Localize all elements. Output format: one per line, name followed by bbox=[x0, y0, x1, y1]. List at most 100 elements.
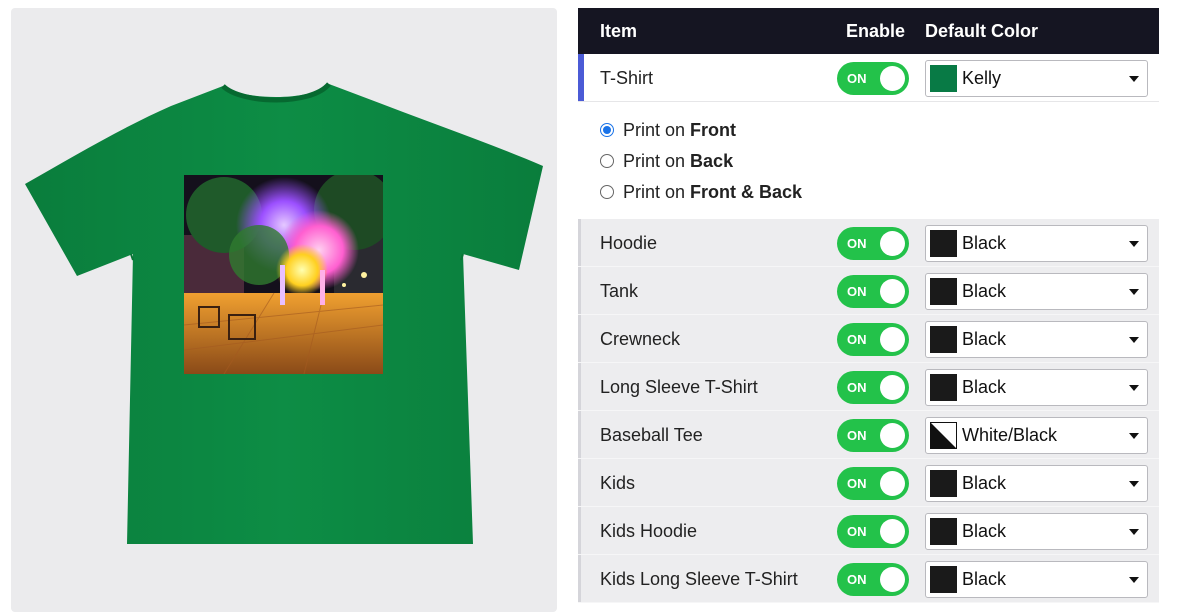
chevron-down-icon bbox=[1129, 289, 1139, 295]
toggle-label: ON bbox=[847, 476, 867, 491]
row-indicator bbox=[578, 555, 581, 602]
radio-button[interactable] bbox=[600, 154, 614, 168]
option-label-emphasis: Front & Back bbox=[690, 182, 803, 202]
row-indicator bbox=[578, 219, 581, 266]
selected-color: Black bbox=[962, 281, 1007, 301]
selected-color: Black bbox=[962, 329, 1007, 349]
row-indicator bbox=[578, 267, 581, 314]
column-header-enable: Enable bbox=[846, 21, 906, 41]
row-label: T-Shirt bbox=[600, 68, 654, 88]
radio-button[interactable] bbox=[600, 185, 614, 199]
enable-toggle[interactable]: ON bbox=[837, 371, 909, 404]
product-preview bbox=[11, 8, 557, 612]
enable-toggle[interactable]: ON bbox=[837, 563, 909, 596]
row-indicator bbox=[578, 459, 581, 506]
selected-color: Black bbox=[962, 521, 1007, 541]
table-row-kids[interactable]: Kids ON Black bbox=[578, 459, 1159, 507]
selected-color: Kelly bbox=[962, 68, 1002, 88]
default-color-select[interactable]: Black bbox=[925, 321, 1148, 358]
selected-color: Black bbox=[962, 377, 1007, 397]
table-header: Item Enable Default Color bbox=[578, 8, 1159, 54]
toggle-label: ON bbox=[847, 524, 867, 539]
option-label-prefix: Print on bbox=[623, 182, 691, 202]
color-swatch bbox=[930, 518, 957, 545]
print-location-options: Print on Front Print on Back Print on Fron… bbox=[578, 102, 1159, 219]
product-settings-table: Item Enable Default Color T-Shirt ON Kel… bbox=[578, 8, 1159, 612]
option-label: Print on Back bbox=[623, 150, 733, 172]
table-row-baseball-tee[interactable]: Baseball Tee ON White/Black bbox=[578, 411, 1159, 459]
product-rows: Hoodie ON Black Tank ON Black Crewneck ON Black L… bbox=[578, 219, 1159, 603]
design-artwork-image bbox=[184, 175, 383, 374]
row-label: Baseball Tee bbox=[600, 425, 703, 445]
toggle-label: ON bbox=[847, 71, 867, 86]
table-row-long-sleeve-t-shirt[interactable]: Long Sleeve T-Shirt ON Black bbox=[578, 363, 1159, 411]
toggle-label: ON bbox=[847, 284, 867, 299]
toggle-label: ON bbox=[847, 572, 867, 587]
chevron-down-icon bbox=[1129, 481, 1139, 487]
row-label: Tank bbox=[600, 281, 639, 301]
selected-color: Black bbox=[962, 569, 1007, 589]
row-label: Crewneck bbox=[600, 329, 681, 349]
option-label-emphasis: Back bbox=[690, 151, 734, 171]
default-color-select[interactable]: Kelly bbox=[925, 60, 1148, 97]
default-color-select[interactable]: Black bbox=[925, 561, 1148, 598]
table-row-hoodie[interactable]: Hoodie ON Black bbox=[578, 219, 1159, 267]
default-color-select[interactable]: Black bbox=[925, 273, 1148, 310]
table-row-tshirt[interactable]: T-Shirt ON Kelly bbox=[578, 54, 1159, 102]
toggle-knob bbox=[880, 66, 905, 91]
color-swatch bbox=[930, 470, 957, 497]
toggle-label: ON bbox=[847, 428, 867, 443]
option-label-emphasis: Front bbox=[690, 120, 737, 140]
toggle-label: ON bbox=[847, 380, 867, 395]
color-swatch bbox=[930, 422, 957, 449]
color-swatch bbox=[930, 278, 957, 305]
row-indicator bbox=[578, 315, 581, 362]
default-color-select[interactable]: Black bbox=[925, 225, 1148, 262]
enable-toggle[interactable]: ON bbox=[837, 323, 909, 356]
enable-toggle[interactable]: ON bbox=[837, 467, 909, 500]
color-swatch bbox=[930, 230, 957, 257]
column-header-item: Item bbox=[600, 21, 638, 41]
color-swatch bbox=[930, 374, 957, 401]
enable-toggle[interactable]: ON bbox=[837, 62, 909, 95]
selected-color: White/Black bbox=[962, 425, 1058, 445]
row-label: Kids Hoodie bbox=[600, 521, 698, 541]
color-swatch bbox=[930, 326, 957, 353]
toggle-knob bbox=[880, 567, 905, 592]
chevron-down-icon bbox=[1129, 577, 1139, 583]
enable-toggle[interactable]: ON bbox=[837, 275, 909, 308]
default-color-select[interactable]: White/Black bbox=[925, 417, 1148, 454]
option-label-prefix: Print on bbox=[623, 120, 691, 140]
row-label: Kids bbox=[600, 473, 636, 493]
row-indicator bbox=[578, 507, 581, 554]
radio-button[interactable] bbox=[600, 123, 614, 137]
table-row-tank[interactable]: Tank ON Black bbox=[578, 267, 1159, 315]
default-color-select[interactable]: Black bbox=[925, 513, 1148, 550]
table-row-crewneck[interactable]: Crewneck ON Black bbox=[578, 315, 1159, 363]
chevron-down-icon bbox=[1129, 337, 1139, 343]
row-label: Kids Long Sleeve T-Shirt bbox=[600, 569, 798, 589]
table-row-kids-long-sleeve-t-shirt[interactable]: Kids Long Sleeve T-Shirt ON Black bbox=[578, 555, 1159, 603]
column-header-default-color: Default Color bbox=[925, 21, 1039, 41]
toggle-knob bbox=[880, 519, 905, 544]
selected-color: Black bbox=[962, 473, 1007, 493]
enable-toggle[interactable]: ON bbox=[837, 419, 909, 452]
default-color-select[interactable]: Black bbox=[925, 465, 1148, 502]
chevron-down-icon bbox=[1129, 433, 1139, 439]
enable-toggle[interactable]: ON bbox=[837, 515, 909, 548]
toggle-knob bbox=[880, 279, 905, 304]
chevron-down-icon bbox=[1129, 241, 1139, 247]
toggle-knob bbox=[880, 327, 905, 352]
chevron-down-icon bbox=[1129, 529, 1139, 535]
toggle-knob bbox=[880, 231, 905, 256]
table-row-kids-hoodie[interactable]: Kids Hoodie ON Black bbox=[578, 507, 1159, 555]
selected-row-indicator bbox=[578, 54, 584, 101]
chevron-down-icon bbox=[1129, 385, 1139, 391]
product-settings-page: Item Enable Default Color T-Shirt ON Kel… bbox=[0, 0, 1200, 612]
enable-toggle[interactable]: ON bbox=[837, 227, 909, 260]
default-color-select[interactable]: Black bbox=[925, 369, 1148, 406]
toggle-label: ON bbox=[847, 332, 867, 347]
toggle-knob bbox=[880, 471, 905, 496]
option-label-prefix: Print on bbox=[623, 151, 691, 171]
toggle-knob bbox=[880, 423, 905, 448]
